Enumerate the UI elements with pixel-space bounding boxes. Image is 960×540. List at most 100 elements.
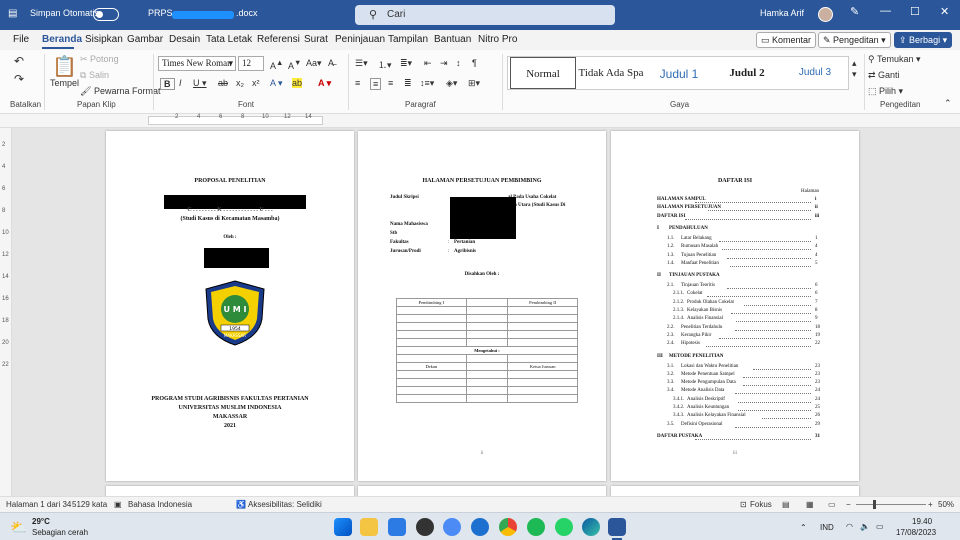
select-button[interactable]: ⬚ Pilih ▾ [868,86,903,97]
whatsapp-icon[interactable] [555,518,573,536]
shrink-font-icon[interactable]: A▼ [288,58,301,71]
toc-entry[interactable]: 3.3. Metode Pengumpulan Data 23 [611,380,859,387]
wifi-icon[interactable]: ◠ [846,522,853,531]
tab-draw[interactable]: Gambar [127,34,163,45]
toc-entry[interactable]: 3.4.3. Analisis Kelayakan Finansial 26 [611,413,859,420]
decrease-indent-icon[interactable]: ⇤ [424,58,432,69]
align-right-icon[interactable]: ≡ [388,78,393,88]
tab-insert[interactable]: Sisipkan [85,34,123,45]
tab-review[interactable]: Peninjauan [335,34,385,45]
read-mode-icon[interactable]: ▤ [782,500,790,509]
minimize-icon[interactable]: — [880,5,891,17]
align-center-icon[interactable]: ≡ [370,78,382,90]
maximize-icon[interactable]: ☐ [910,5,920,18]
styles-scroll-icon[interactable]: ▴ ▾ [852,58,857,80]
sort-icon[interactable]: ↕ [456,58,461,68]
tab-help[interactable]: Bantuan [434,34,471,45]
comment-button[interactable]: ▭ Komentar [756,32,817,48]
print-layout-icon[interactable]: ▦ [806,500,814,509]
italic-icon[interactable]: I [179,78,182,88]
zoom-slider-thumb[interactable] [873,500,876,509]
toc-entry[interactable]: II TINJAUAN PUSTAKA [611,273,859,280]
format-painter-button[interactable]: 🖌 Pewarna Format [80,86,160,97]
style-no-spacing[interactable]: Tidak Ada Spa [578,57,644,89]
toc-entry[interactable]: DAFTAR PUSTAKA 31 [611,434,859,441]
toc-entry[interactable]: 1.3. Tujuan Penelitian 4 [611,253,859,260]
toc-entry[interactable]: 3.4. Metode Analisis Data 24 [611,388,859,395]
font-color-icon[interactable]: A ▾ [318,78,331,89]
toc-entry[interactable]: DAFTAR ISI iii [611,214,859,221]
zoom-in-icon[interactable]: + [928,500,933,509]
toc-entry[interactable]: 2.4. Hipotesis 22 [611,341,859,348]
pen-icon[interactable]: ✎ [850,5,859,18]
toc-entry[interactable]: 1.2. Rumusan Masalah 4 [611,244,859,251]
numbering-icon[interactable]: ⒈▾ [378,58,392,71]
start-icon[interactable] [334,518,352,536]
collapse-ribbon-icon[interactable]: ⌃ [944,98,952,109]
shading-icon[interactable]: ◈▾ [446,78,457,89]
toc-entry[interactable]: 2.1.3. Kelayakan Bisnis 8 [611,308,859,315]
weather-desc[interactable]: Sebagian cerah [32,528,88,537]
superscript-icon[interactable]: x² [252,78,260,88]
input-language[interactable]: IND [820,523,834,532]
style-heading1[interactable]: Judul 1 [646,57,712,89]
page-cover[interactable]: PROPOSAL PENELITIAN C . . . . . . . . K … [106,131,354,481]
text-effects-icon[interactable]: A ▾ [270,78,283,89]
align-left-icon[interactable]: ≡ [355,78,360,88]
replace-button[interactable]: ⇄ Ganti [868,70,900,81]
editing-mode-button[interactable]: ✎ Pengeditan ▾ [818,32,891,48]
style-heading3[interactable]: Judul 3 [782,57,848,89]
tab-view[interactable]: Tampilan [388,34,428,45]
style-normal[interactable]: Normal [510,57,576,89]
toc-entry[interactable]: I PENDAHULUAN [611,226,859,233]
toc-entry[interactable]: 2.3. Kerangka Pikir 19 [611,333,859,340]
document-area[interactable]: PROPOSAL PENELITIAN C . . . . . . . . K … [12,128,960,496]
horizontal-ruler[interactable]: 2 4 6 8 10 12 14 [0,114,960,128]
toc-entry[interactable]: 3.1. Lokasi dan Waktu Penelitian 23 [611,364,859,371]
weather-icon[interactable]: ⛅ [10,519,27,536]
app-icon[interactable] [416,518,434,536]
paste-icon[interactable]: 📋 [52,54,77,79]
redo-icon[interactable]: ↷ [14,72,24,86]
clear-format-icon[interactable]: A̶ [328,58,334,68]
toc-entry[interactable]: 2.1.1. Cokelat 6 [611,291,859,298]
tab-layout[interactable]: Tata Letak [206,34,252,45]
cut-button[interactable]: ✂ Potong [80,54,119,65]
font-name-dropdown[interactable]: Times New Roman ▾ [158,56,236,71]
toc-entry[interactable]: 2.1.4. Analisis Finansial 9 [611,316,859,323]
zoom-slider[interactable] [856,504,926,505]
change-case-icon[interactable]: Aa▾ [306,58,322,69]
toc-entry[interactable]: III METODE PENELITIAN [611,354,859,361]
language[interactable]: Bahasa Indonesia [128,500,192,509]
chevron-up-icon[interactable]: ⌃ [800,523,807,532]
toc-entry[interactable]: 2.1.2. Produk Olahan Cokelat 7 [611,300,859,307]
toc-entry[interactable]: 3.4.1. Analisis Deskriptif 24 [611,397,859,404]
tab-file[interactable]: File [13,34,29,45]
file-explorer-icon[interactable] [360,518,378,536]
spotify-icon[interactable] [527,518,545,536]
temperature[interactable]: 29°C [32,517,50,526]
paste-label[interactable]: Tempel [50,78,79,88]
style-heading2[interactable]: Judul 2 [714,57,780,89]
toc-entry[interactable]: HALAMAN SAMPUL i [611,197,859,204]
subscript-icon[interactable]: x₂ [236,78,244,88]
app-icon[interactable] [443,518,461,536]
highlight-icon[interactable]: ab [292,78,303,88]
autosave-toggle[interactable] [93,8,119,21]
accessibility-status[interactable]: Aksesibilitas: Selidiki [248,500,322,509]
tab-references[interactable]: Referensi [257,34,300,45]
user-name[interactable]: Hamka Arif [760,8,804,18]
multilevel-list-icon[interactable]: ≣▾ [400,58,412,69]
tab-nitro[interactable]: Nitro Pro [478,34,517,45]
increase-indent-icon[interactable]: ⇥ [440,58,448,69]
toc-entry[interactable]: 1.1. Latar Belakang 1 [611,236,859,243]
font-size-dropdown[interactable]: 12 [238,56,264,71]
grow-font-icon[interactable]: A▲ [270,58,283,71]
zoom-out-icon[interactable]: − [846,500,851,509]
web-layout-icon[interactable]: ▭ [828,500,836,509]
toc-entry[interactable]: 3.5. Defisini Operasional 29 [611,422,859,429]
bullets-icon[interactable]: ☰▾ [355,58,368,69]
avatar[interactable] [818,7,833,22]
strikethrough-icon[interactable]: ab [218,78,228,88]
chrome-icon[interactable] [499,518,517,536]
